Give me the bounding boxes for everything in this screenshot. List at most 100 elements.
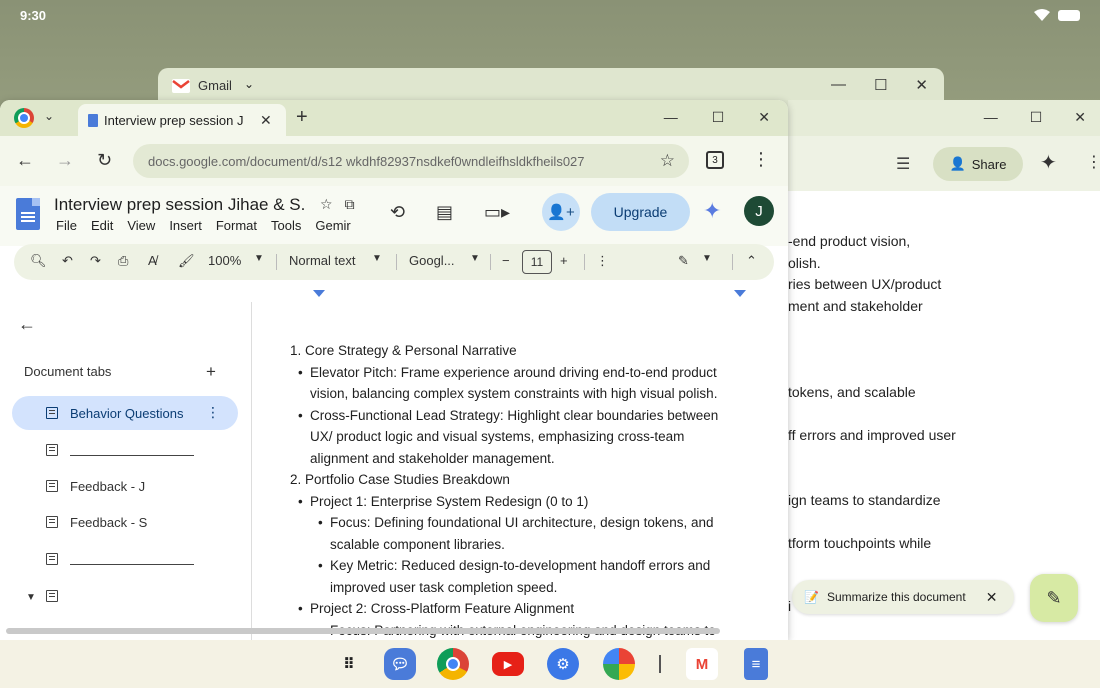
document-title[interactable]: Interview prep session Jihae & S...	[54, 195, 304, 215]
zoom-select[interactable]: 100%	[208, 253, 241, 268]
background-toolbar: ☰ 👤 Share ✦ ⋮	[788, 136, 1100, 191]
right-indent-marker[interactable]	[734, 290, 746, 297]
horizontal-scrollbar[interactable]	[6, 628, 720, 634]
comment-icon[interactable]: ▤	[436, 202, 453, 223]
paragraph-style-select[interactable]: Normal text	[289, 253, 355, 268]
chevron-down-icon[interactable]: ▼	[470, 253, 480, 264]
youtube-icon[interactable]: ▶	[492, 652, 524, 676]
minimize-icon[interactable]: —	[984, 109, 998, 126]
share-button[interactable]: 👤+	[542, 193, 580, 231]
new-tab-button[interactable]: +	[296, 106, 308, 129]
spellcheck-icon[interactable]: A̸	[148, 253, 157, 268]
photos-icon[interactable]	[603, 648, 635, 680]
document-content[interactable]: 1. Core Strategy & Personal Narrative El…	[290, 340, 730, 640]
document-page[interactable]: 1. Core Strategy & Personal Narrative El…	[252, 302, 788, 640]
upgrade-button[interactable]: Upgrade	[591, 193, 690, 231]
close-icon[interactable]: ✕	[915, 76, 928, 94]
menu-format[interactable]: Format	[216, 218, 257, 233]
menu-gemini[interactable]: Gemir	[315, 218, 350, 233]
url-field[interactable]: docs.google.com/document/d/s12 wkdhf8293…	[133, 144, 689, 178]
settings-gear-icon[interactable]: ⚙	[547, 648, 579, 680]
back-arrow-icon[interactable]: ←	[16, 150, 34, 171]
sidebar-item-untitled[interactable]	[12, 433, 238, 467]
chevron-down-icon[interactable]: ⌄	[244, 77, 254, 91]
avatar[interactable]: J	[744, 196, 774, 226]
chrome-window: ⌄ Interview prep session J ✕ + — ☐ ✕ ← →…	[0, 100, 788, 640]
paint-format-icon[interactable]: 🖌︎	[178, 253, 195, 269]
forward-arrow-icon[interactable]: →	[56, 150, 74, 171]
chevron-down-icon[interactable]: ⌄	[44, 109, 54, 123]
bullet-item: Project 1: Enterprise System Redesign (0…	[290, 491, 730, 513]
chrome-icon[interactable]	[14, 108, 34, 128]
undo-icon[interactable]: ↶	[62, 253, 73, 269]
browser-tab[interactable]: Interview prep session J ✕	[78, 104, 286, 136]
sub-bullet-item: Key Metric: Reduced design-to-developmen…	[290, 555, 730, 598]
docs-logo-icon[interactable]	[16, 198, 40, 230]
decrease-font-button[interactable]: −	[502, 253, 510, 268]
close-tab-icon[interactable]: ✕	[260, 112, 272, 129]
gemini-icon[interactable]: ✦	[1040, 150, 1057, 175]
gmail-icon[interactable]: M	[686, 648, 718, 680]
summarize-chip[interactable]: 📝 Summarize this document ✕	[792, 580, 1014, 614]
maximize-icon[interactable]: ☐	[712, 109, 725, 126]
close-icon[interactable]: ✕	[1074, 109, 1086, 126]
star-icon[interactable]: ☆	[320, 196, 333, 213]
increase-font-button[interactable]: +	[560, 253, 568, 268]
menu-view[interactable]: View	[127, 218, 155, 233]
status-bar: 9:30	[0, 0, 1100, 32]
move-icon[interactable]: ⧉	[345, 196, 355, 213]
collapse-toolbar-icon[interactable]: ⌃	[746, 253, 757, 269]
sidebar-item-collapsed[interactable]	[12, 579, 238, 613]
menu-insert[interactable]: Insert	[169, 218, 202, 233]
search-icon[interactable]: 🔍︎	[30, 253, 47, 269]
sidebar-item-untitled[interactable]	[12, 542, 238, 576]
print-icon[interactable]: ⎙	[118, 253, 128, 269]
close-icon[interactable]: ✕	[986, 589, 998, 606]
menu-file[interactable]: File	[56, 218, 77, 233]
messages-icon[interactable]: 💬︎	[384, 648, 416, 680]
minimize-icon[interactable]: —	[664, 109, 678, 126]
close-icon[interactable]: ✕	[758, 109, 770, 126]
sidebar-item-behavior-questions[interactable]: Behavior Questions ⋮	[12, 396, 238, 430]
minimize-icon[interactable]: —	[831, 76, 846, 94]
gemini-icon[interactable]: ✦	[703, 198, 721, 224]
docs-icon[interactable]: ≡	[744, 648, 768, 680]
reload-icon[interactable]: ↻	[97, 150, 112, 171]
sidebar-item-feedback-j[interactable]: Feedback - J	[12, 469, 238, 503]
share-button[interactable]: 👤 Share	[933, 147, 1023, 181]
back-arrow-icon[interactable]: ←	[18, 314, 36, 335]
history-icon[interactable]: ⟲	[390, 202, 405, 223]
launcher-icon[interactable]: ⠿	[333, 648, 365, 680]
redo-icon[interactable]: ↷	[90, 253, 101, 269]
maximize-icon[interactable]: ☐	[1030, 109, 1043, 126]
docs-header: Interview prep session Jihae & S... ☆ ⧉ …	[0, 186, 788, 246]
left-indent-marker[interactable]	[313, 290, 325, 297]
chrome-icon[interactable]	[437, 648, 469, 680]
divider	[276, 254, 277, 270]
background-docs-window[interactable]: — ☐ ✕ ☰ 👤 Share ✦ ⋮ -end product vision,…	[788, 100, 1100, 640]
chevron-down-icon[interactable]: ▼	[372, 253, 382, 264]
menu-tools[interactable]: Tools	[271, 218, 301, 233]
more-options-icon[interactable]: ⋮	[596, 253, 609, 269]
sidebar-item-feedback-s[interactable]: Feedback - S	[12, 505, 238, 539]
font-select[interactable]: Googl...	[409, 253, 455, 268]
tab-count-button[interactable]: 3	[706, 151, 724, 169]
more-options-icon[interactable]: ⋮	[206, 404, 220, 421]
more-options-icon[interactable]: ⋮	[1086, 152, 1100, 172]
video-call-icon[interactable]: ▭▸	[484, 202, 510, 223]
format-toolbar: 🔍︎ ↶ ↷ ⎙ A̸ 🖌︎ 100% ▼ Normal text ▼ Goog…	[14, 244, 774, 280]
browser-menu-icon[interactable]: ⋮	[752, 149, 770, 170]
edit-fab[interactable]: ✎	[1030, 574, 1078, 622]
sidebar-item-label	[70, 444, 194, 456]
pencil-icon[interactable]: ✎	[678, 253, 689, 269]
comment-icon[interactable]: ☰	[896, 154, 910, 174]
maximize-icon[interactable]: ☐	[874, 76, 887, 94]
bookmark-star-icon[interactable]: ☆	[660, 151, 675, 171]
chevron-down-icon[interactable]: ▼	[702, 253, 712, 264]
add-tab-button[interactable]: +	[206, 362, 216, 382]
menu-edit[interactable]: Edit	[91, 218, 113, 233]
font-size-field[interactable]: 11	[522, 250, 552, 274]
bg-text-line: tokens, and scalable	[788, 384, 916, 400]
sidebar-item-label: Feedback - S	[70, 514, 148, 530]
chevron-down-icon[interactable]: ▼	[254, 253, 264, 264]
